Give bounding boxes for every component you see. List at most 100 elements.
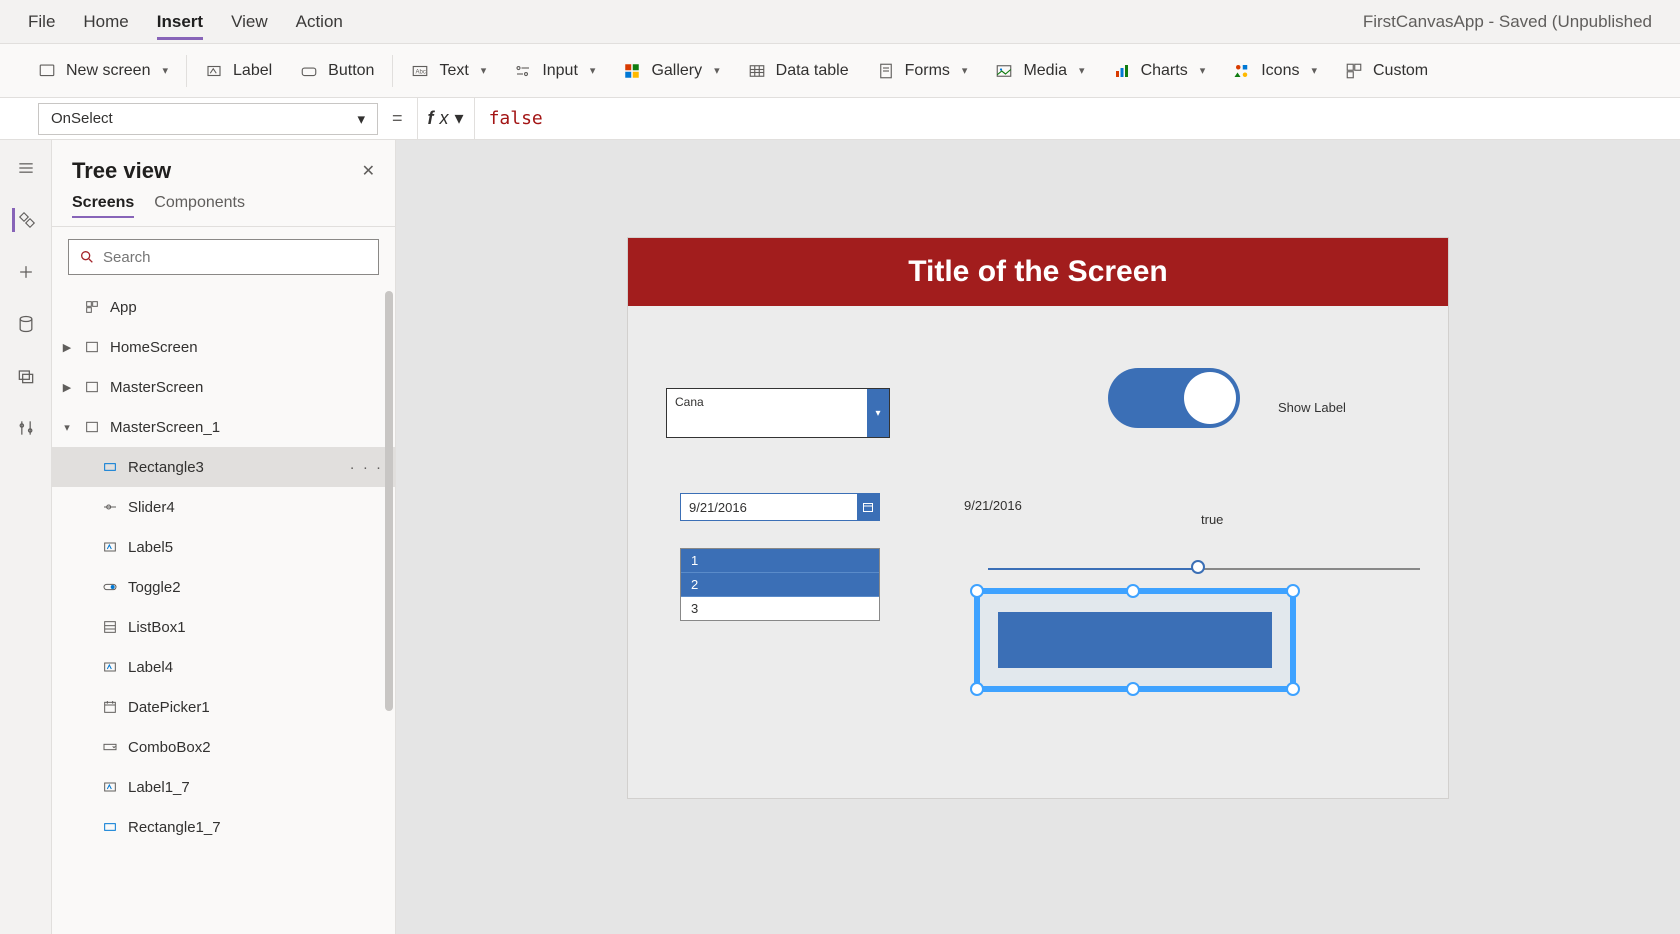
app-icon — [82, 299, 102, 315]
tree-node-listbox1[interactable]: ListBox1 — [52, 607, 395, 647]
tree-node-datepicker1[interactable]: DatePicker1 — [52, 687, 395, 727]
charts-dropdown[interactable]: Charts ▾ — [1099, 44, 1220, 97]
combobox-dropdown-icon[interactable]: ▾ — [867, 389, 889, 437]
tree-node-rectangle1-7[interactable]: Rectangle1_7 — [52, 807, 395, 847]
chevron-down-icon: ▾ — [60, 421, 74, 434]
ribbon-charts-label: Charts — [1141, 62, 1188, 80]
tree-node-homescreen[interactable]: ▶ HomeScreen — [52, 327, 395, 367]
search-input[interactable] — [103, 249, 368, 266]
resize-handle[interactable] — [1126, 682, 1140, 696]
calendar-icon[interactable] — [857, 494, 879, 520]
tree-view-icon[interactable] — [12, 208, 36, 232]
property-selector[interactable]: OnSelect ▾ — [38, 103, 378, 135]
slider-thumb[interactable] — [1191, 560, 1205, 574]
slider-control[interactable] — [988, 564, 1420, 576]
ribbon-icons-label: Icons — [1261, 62, 1299, 80]
combobox-control[interactable]: Cana ▾ — [666, 388, 890, 438]
list-item[interactable]: 1 — [681, 549, 879, 573]
tab-components[interactable]: Components — [154, 194, 245, 218]
resize-handle[interactable] — [1286, 584, 1300, 598]
label-button[interactable]: Label — [191, 44, 286, 97]
combobox-value: Cana — [667, 389, 867, 437]
chevron-down-icon: ▾ — [481, 64, 487, 77]
formula-input[interactable]: false — [475, 108, 1680, 129]
menu-home[interactable]: Home — [83, 4, 128, 40]
tools-icon[interactable] — [14, 416, 38, 440]
hamburger-icon[interactable] — [14, 156, 38, 180]
tree-node-label4[interactable]: Label4 — [52, 647, 395, 687]
tree-node-rectangle3[interactable]: Rectangle3 · · · — [52, 447, 395, 487]
close-icon[interactable]: ✕ — [362, 161, 375, 181]
screen-icon — [82, 379, 102, 395]
data-icon[interactable] — [14, 312, 38, 336]
fx-button[interactable]: fx▾ — [417, 98, 475, 139]
media-panel-icon[interactable] — [14, 364, 38, 388]
canvas-area: ↖ Title of the Screen Cana ▾ Show Label … — [396, 140, 1680, 934]
formula-bar: OnSelect ▾ = fx▾ false — [0, 98, 1680, 140]
menu-bar: File Home Insert View Action FirstCanvas… — [0, 0, 1680, 44]
chevron-down-icon: ▾ — [962, 64, 968, 77]
datepicker-icon — [100, 699, 120, 715]
list-item[interactable]: 3 — [681, 597, 879, 620]
tree-node-label1-7[interactable]: Label1_7 — [52, 767, 395, 807]
listbox-control[interactable]: 1 2 3 — [680, 548, 880, 621]
toggle-knob — [1184, 372, 1236, 424]
datepicker-value: 9/21/2016 — [681, 500, 857, 515]
menu-view[interactable]: View — [231, 4, 268, 40]
add-icon[interactable] — [14, 260, 38, 284]
toggle-control[interactable] — [1108, 368, 1240, 428]
search-box[interactable] — [68, 239, 379, 275]
more-icon[interactable]: · · · — [350, 459, 383, 476]
screen-icon — [82, 339, 102, 355]
toggle-label: Show Label — [1278, 400, 1346, 415]
tab-screens[interactable]: Screens — [72, 194, 134, 218]
rectangle-shape[interactable] — [998, 612, 1272, 668]
date-label: 9/21/2016 — [964, 498, 1022, 513]
app-canvas[interactable]: Title of the Screen Cana ▾ Show Label 9/… — [628, 238, 1448, 798]
datatable-button[interactable]: Data table — [734, 44, 863, 97]
tree-node-combobox2[interactable]: ComboBox2 — [52, 727, 395, 767]
tree-list: App ▶ HomeScreen ▶ MasterScreen ▾ Master… — [52, 287, 395, 934]
rectangle-icon — [100, 459, 120, 475]
datepicker-control[interactable]: 9/21/2016 — [680, 493, 880, 521]
tree-node-app[interactable]: App — [52, 287, 395, 327]
gallery-dropdown[interactable]: Gallery ▾ — [609, 44, 733, 97]
chevron-down-icon: ▾ — [590, 64, 596, 77]
tree-node-masterscreen[interactable]: ▶ MasterScreen — [52, 367, 395, 407]
icons-dropdown[interactable]: Icons ▾ — [1219, 44, 1331, 97]
new-screen-label: New screen — [66, 62, 150, 80]
forms-dropdown[interactable]: Forms ▾ — [863, 44, 982, 97]
resize-handle[interactable] — [970, 584, 984, 598]
new-screen-button[interactable]: New screen ▾ — [24, 44, 182, 97]
tree-node-label5[interactable]: Label5 — [52, 527, 395, 567]
text-dropdown[interactable]: Abc Text ▾ — [397, 44, 500, 97]
menu-file[interactable]: File — [28, 4, 55, 40]
tree-node-slider4[interactable]: Slider4 — [52, 487, 395, 527]
selection-outline[interactable] — [974, 588, 1296, 692]
scrollbar-thumb[interactable] — [385, 291, 393, 711]
tree-view-panel: Tree view ✕ Screens Components App ▶ Hom… — [52, 140, 396, 934]
button-button[interactable]: Button — [286, 44, 388, 97]
resize-handle[interactable] — [970, 682, 984, 696]
menu-action[interactable]: Action — [296, 4, 343, 40]
toggle-icon — [100, 579, 120, 595]
menu-insert[interactable]: Insert — [157, 4, 203, 40]
list-item[interactable]: 2 — [681, 573, 879, 597]
ribbon-gallery-label: Gallery — [651, 62, 702, 80]
chevron-down-icon: ▾ — [1079, 64, 1085, 77]
resize-handle[interactable] — [1286, 682, 1300, 696]
media-dropdown[interactable]: Media ▾ — [981, 44, 1098, 97]
true-label: true — [1201, 512, 1223, 527]
tree-node-toggle2[interactable]: Toggle2 — [52, 567, 395, 607]
screen-title-bar[interactable]: Title of the Screen — [628, 238, 1448, 306]
chevron-right-icon: ▶ — [60, 341, 74, 354]
chevron-down-icon: ▾ — [1200, 64, 1206, 77]
equals-sign: = — [392, 108, 403, 129]
tree-node-masterscreen1[interactable]: ▾ MasterScreen_1 — [52, 407, 395, 447]
custom-dropdown[interactable]: Custom — [1331, 44, 1442, 97]
chevron-right-icon: ▶ — [60, 381, 74, 394]
input-dropdown[interactable]: Input ▾ — [500, 44, 609, 97]
slider-icon — [100, 499, 120, 515]
resize-handle[interactable] — [1126, 584, 1140, 598]
chevron-down-icon: ▾ — [357, 110, 365, 128]
